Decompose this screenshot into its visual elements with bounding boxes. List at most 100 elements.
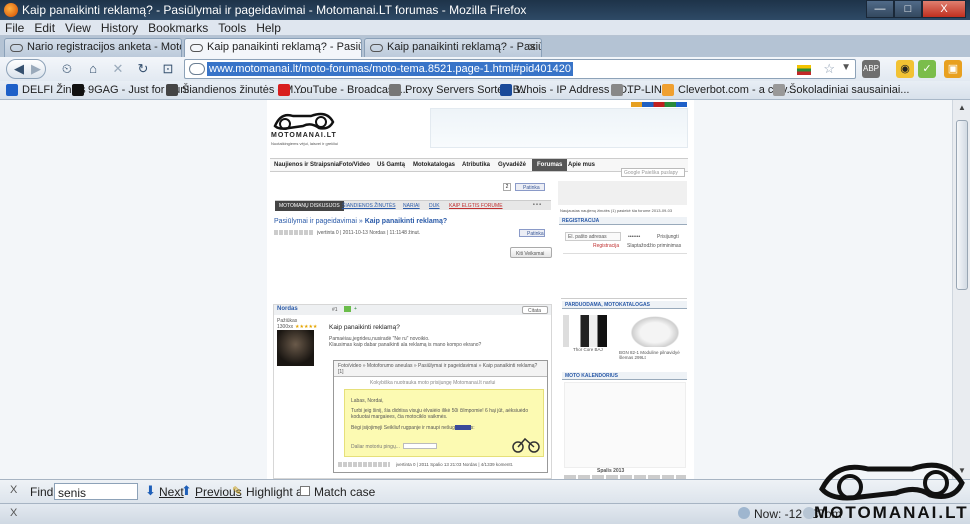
screenshot-icon[interactable]: ⊡ [157, 60, 179, 78]
close-tab-icon[interactable]: ✕ [528, 41, 537, 54]
prev-arrow-icon[interactable] [563, 315, 569, 347]
bookmark-favicon-icon [166, 84, 178, 96]
site-identity-icon[interactable] [189, 63, 205, 75]
url-text[interactable]: www.motomanai.lt/moto-forumas/moto-tema.… [207, 62, 573, 76]
menu-history[interactable]: History [96, 20, 143, 35]
motorcycle-logo-icon [273, 112, 335, 130]
find-input[interactable]: senis [54, 483, 138, 500]
language-flags-icon[interactable] [631, 102, 687, 107]
other-actions-button[interactable]: Kiti Veiksmai [510, 247, 552, 258]
nav-news[interactable]: Naujienos ir Straipsniai [274, 162, 341, 168]
nav-nature[interactable]: Uš Gamtą [377, 162, 405, 168]
email-field[interactable]: El. pašto adresas [565, 232, 621, 241]
login-button[interactable]: Prisijungti [657, 234, 679, 240]
find-close-button[interactable]: X [10, 484, 17, 496]
bookmark-star-icon[interactable]: ☆ [823, 61, 835, 77]
watermark: MOTOMANAI.LT [812, 455, 970, 524]
bookmark-item[interactable]: Šokoladiniai sausainiai... [773, 84, 909, 96]
menu-bookmarks[interactable]: Bookmarks [143, 20, 213, 35]
statusbar-close-button[interactable]: X [10, 507, 17, 519]
product-name[interactable]: BGN 82-1 Moduline pilnavidyė šlemas 299L… [619, 350, 687, 360]
rating-stars-icon[interactable] [338, 462, 390, 467]
ad-cta-button[interactable] [455, 425, 471, 430]
abp-addon-icon[interactable]: ABP [862, 60, 880, 78]
product-jacket-image[interactable] [571, 315, 619, 347]
menu-edit[interactable]: Edit [29, 20, 60, 35]
arrow-down-icon[interactable]: ⬇ [145, 483, 156, 499]
post-author-link[interactable]: Nordas [277, 306, 298, 312]
vertical-scrollbar[interactable]: ▲ ▼ [952, 100, 970, 479]
bookmark-item[interactable]: TP-LINK [611, 84, 669, 96]
header-banner [430, 108, 688, 148]
arrow-up-icon[interactable]: ⬆ [181, 483, 192, 499]
password-field[interactable]: ••••••• [628, 234, 640, 240]
dropdown-arrow-icon[interactable]: ▼ [841, 62, 851, 73]
forgot-password-link[interactable]: Slaptažodžio priminimas [627, 243, 681, 249]
scroll-up-icon[interactable]: ▲ [954, 100, 970, 116]
avatar[interactable] [277, 330, 314, 366]
find-next-button[interactable]: Next [159, 485, 184, 499]
addon-icon[interactable]: ◉ [896, 60, 914, 78]
yellow-ad: Labas, Nordai, Turbi jeig šiniį, šia did… [344, 389, 544, 457]
register-link[interactable]: Registracija [593, 243, 619, 249]
menu-file[interactable]: File [0, 20, 29, 35]
motorcycle-logo-icon [512, 437, 540, 453]
menu-help[interactable]: Help [251, 20, 286, 35]
close-button[interactable]: X [922, 0, 966, 18]
site-logo[interactable]: MOTOMANAI.LT Nuotaikingiems vėjui, laisv… [271, 108, 338, 146]
find-label: Find: [30, 485, 57, 499]
reload-icon[interactable]: ↻ [132, 60, 154, 78]
nav-gyvadeze[interactable]: Gyvadėžė [498, 162, 526, 168]
bookmark-favicon-icon [72, 84, 84, 96]
thread-like-button[interactable]: Patinka [519, 229, 545, 237]
forum-tab-members[interactable]: NARIAI [403, 203, 420, 209]
menu-view[interactable]: View [60, 20, 96, 35]
forum-tab-faq[interactable]: DUK [429, 203, 440, 209]
firefox-menu-icon[interactable]: ▣ [944, 60, 962, 78]
latest-news-line: Naujausias naujienų žinutės (1) pasiekė … [560, 208, 673, 213]
history-icon[interactable]: ⏲ [56, 60, 78, 78]
product-helmet-image[interactable] [629, 315, 681, 347]
address-bar[interactable]: www.motomanai.lt/moto-forumas/moto-tema.… [184, 59, 856, 79]
addon-check-icon[interactable]: ✓ [918, 60, 936, 78]
title-bar: Kaip panaikinti reklamą? - Pasiūlymai ir… [0, 0, 970, 20]
forum-tab-discussions[interactable]: MOTOMANŲ DISKUSIJOS [275, 201, 344, 211]
match-case-label[interactable]: Match case [314, 485, 375, 499]
maximize-button[interactable]: □ [894, 0, 922, 18]
forum-page: MOTOMANAI.LT Nuotaikingiems vėjui, laisv… [267, 100, 694, 479]
facebook-like-button[interactable]: Patinka [515, 183, 545, 191]
more-menu[interactable]: • • • [533, 202, 541, 208]
forum-tab-rules[interactable]: KAIP ELGTIS FORUME [449, 203, 503, 209]
highlight-all-button[interactable]: Highlight all [246, 485, 308, 499]
thread-rating-stars-icon[interactable] [274, 230, 314, 235]
forum-tab-today[interactable]: ŠIANDIENOS ŽINUTĖS [342, 203, 396, 209]
post-number[interactable]: #1 [332, 307, 338, 313]
scroll-thumb[interactable] [956, 120, 968, 290]
nav-about[interactable]: Apie mus [568, 162, 595, 168]
nav-forum-active[interactable]: Forumas [532, 159, 568, 171]
registration-header: REGISTRACIJA [559, 217, 687, 225]
tab-registration[interactable]: Nario registracijos anketa - Motoman... [4, 38, 182, 57]
menu-tools[interactable]: Tools [213, 20, 251, 35]
minimize-button[interactable]: — [866, 0, 894, 18]
search-input[interactable]: Google Paieška puslapy [621, 168, 685, 177]
tab-label: Kaip panaikinti reklamą? - Pasiūlymai ..… [207, 41, 362, 53]
nav-attributes[interactable]: Atributika [462, 162, 490, 168]
calendar-body [564, 382, 686, 468]
ad-input[interactable] [403, 443, 437, 449]
breadcrumb-parent[interactable]: Pasiūlymai ir pageidavimai [274, 218, 357, 225]
right-banner [558, 181, 687, 205]
motorcycle-icon [190, 44, 203, 52]
nav-photo-video[interactable]: Foto/Video [339, 162, 370, 168]
nav-catalog[interactable]: Motokatalogas [413, 162, 455, 168]
stop-icon[interactable]: ✕ [107, 60, 129, 78]
sale-header: PARDUODAMA, MOTOKATALOGAS [562, 301, 687, 309]
plus-icon[interactable]: + [354, 306, 357, 312]
product-name[interactable]: Thor Core BAJ [573, 347, 603, 352]
tab-thread-active[interactable]: Kaip panaikinti reklamą? - Pasiūlymai ..… [184, 38, 362, 58]
forward-icon[interactable]: ▶ [25, 60, 47, 78]
match-case-checkbox[interactable] [300, 486, 310, 496]
tab-thread[interactable]: Kaip panaikinti reklamą? - Pasiūlymai ..… [364, 38, 542, 57]
quote-button[interactable]: Citata [522, 306, 548, 314]
home-icon[interactable]: ⌂ [82, 60, 104, 78]
